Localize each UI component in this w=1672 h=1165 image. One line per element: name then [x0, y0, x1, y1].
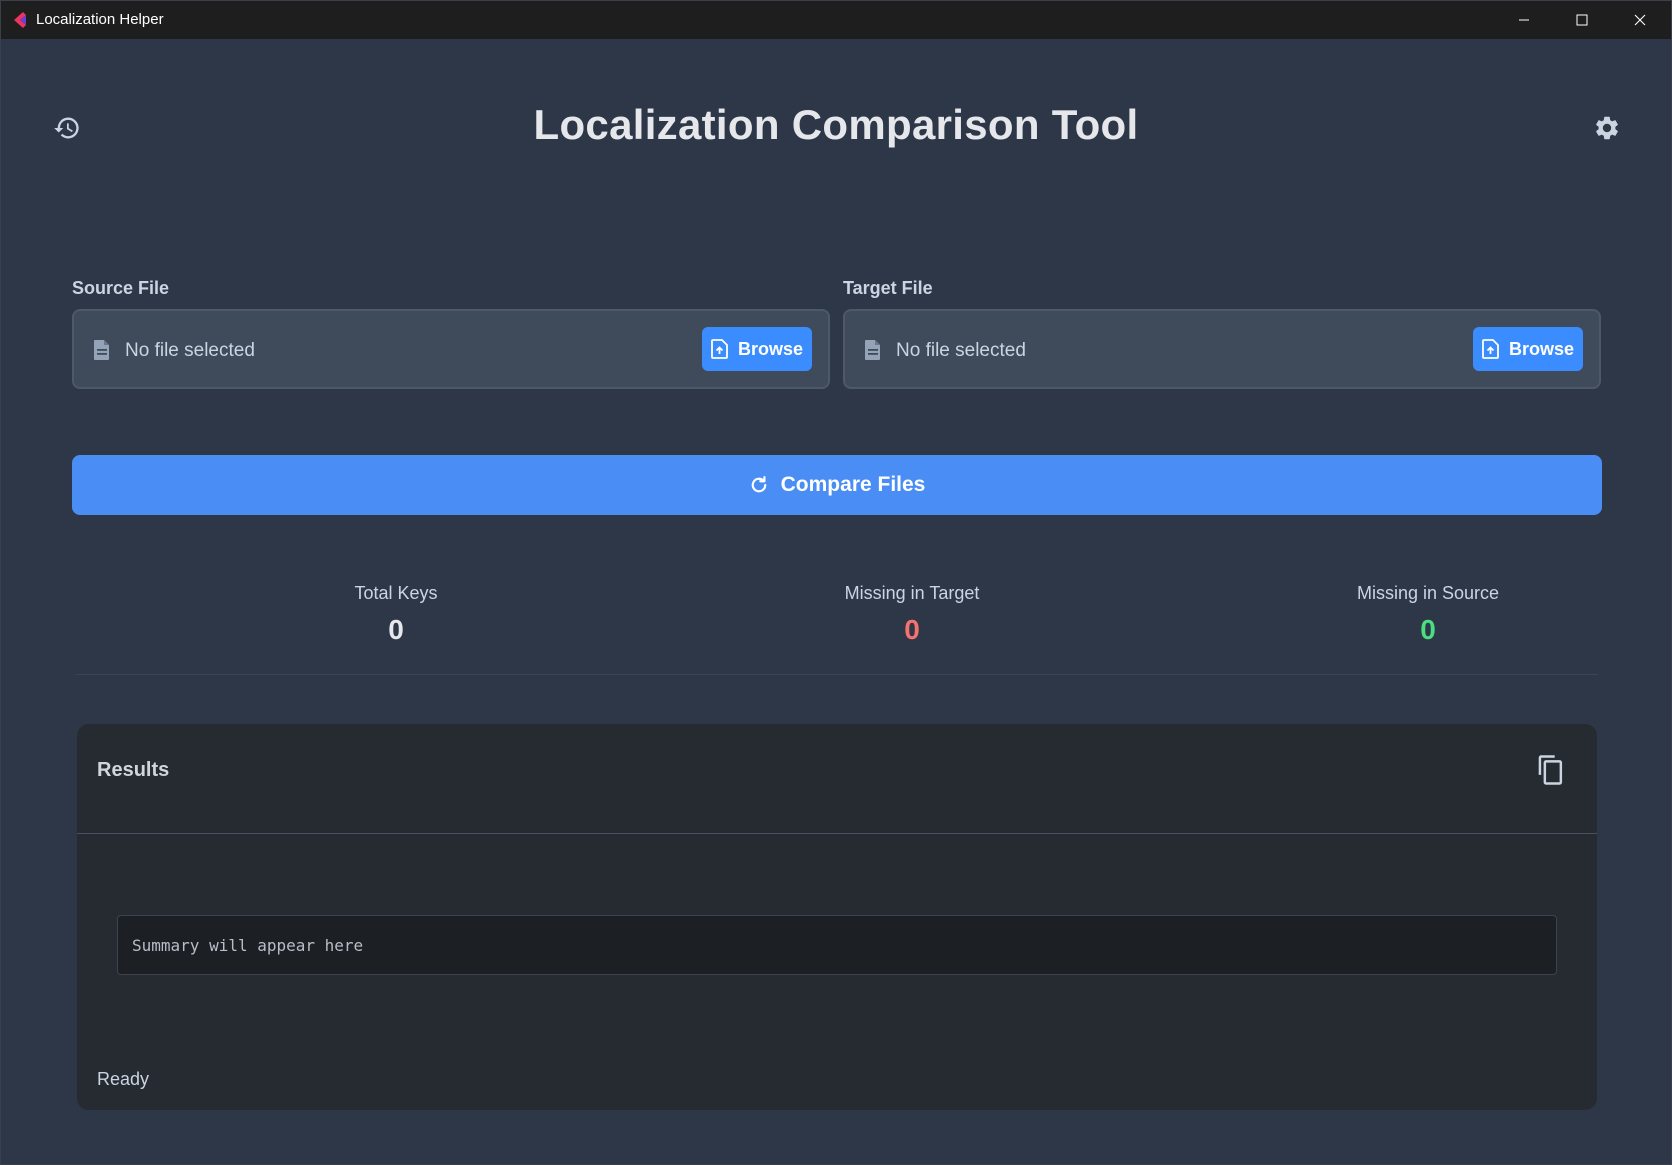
stats-panel: Total Keys 0 Missing in Target 0 Missing… — [76, 561, 1598, 675]
file-icon — [865, 340, 880, 360]
gear-icon — [1596, 116, 1618, 140]
close-icon — [1634, 14, 1646, 26]
stat-value: 0 — [904, 614, 920, 645]
summary-output[interactable]: Summary will appear here — [117, 915, 1557, 975]
stat-missing-in-target: Missing in Target 0 — [762, 583, 1062, 646]
app-window: Localization Helper Localization Compari… — [0, 0, 1672, 1165]
copy-icon — [1538, 755, 1563, 785]
file-upload-icon — [1482, 339, 1499, 359]
source-browse-label: Browse — [737, 338, 804, 359]
target-file-label: Target File — [843, 278, 933, 298]
maximize-button[interactable] — [1553, 1, 1611, 39]
minimize-button[interactable] — [1495, 1, 1553, 39]
results-panel: Results Summary will appear here Ready — [77, 724, 1597, 1110]
close-button[interactable] — [1611, 1, 1669, 39]
source-file-picker[interactable]: No file selected Browse — [72, 309, 830, 389]
stat-label: Total Keys — [354, 583, 438, 603]
file-upload-icon — [711, 339, 728, 359]
compare-files-label: Compare Files — [780, 473, 926, 496]
target-browse-label: Browse — [1508, 338, 1575, 359]
results-header: Results — [77, 724, 1597, 834]
stat-label: Missing in Target — [844, 583, 980, 603]
page-title: Localization Comparison Tool — [533, 101, 1139, 148]
app-logo-icon — [14, 12, 26, 28]
stat-value: 0 — [1420, 614, 1436, 645]
minimize-icon — [1519, 19, 1529, 21]
source-file-label: Source File — [72, 278, 170, 298]
title-bar: Localization Helper — [1, 1, 1671, 39]
window-title: Localization Helper — [36, 11, 164, 28]
source-browse-button[interactable]: Browse — [702, 327, 812, 371]
file-icon — [94, 340, 109, 360]
copy-button[interactable] — [1535, 753, 1567, 787]
settings-button[interactable] — [1591, 112, 1623, 144]
stat-total-keys: Total Keys 0 — [246, 583, 546, 646]
target-file-picker[interactable]: No file selected Browse — [843, 309, 1601, 389]
refresh-icon — [751, 476, 766, 493]
target-file-name: No file selected — [896, 340, 1026, 361]
stat-missing-in-source: Missing in Source 0 — [1278, 583, 1578, 646]
stat-label: Missing in Source — [1356, 583, 1500, 603]
compare-files-button[interactable]: Compare Files — [72, 455, 1602, 515]
results-title: Results — [97, 759, 170, 781]
status-text: Ready — [97, 1069, 150, 1089]
stat-value: 0 — [388, 614, 404, 645]
target-browse-button[interactable]: Browse — [1473, 327, 1583, 371]
maximize-icon — [1576, 14, 1588, 26]
source-file-name: No file selected — [125, 340, 255, 361]
